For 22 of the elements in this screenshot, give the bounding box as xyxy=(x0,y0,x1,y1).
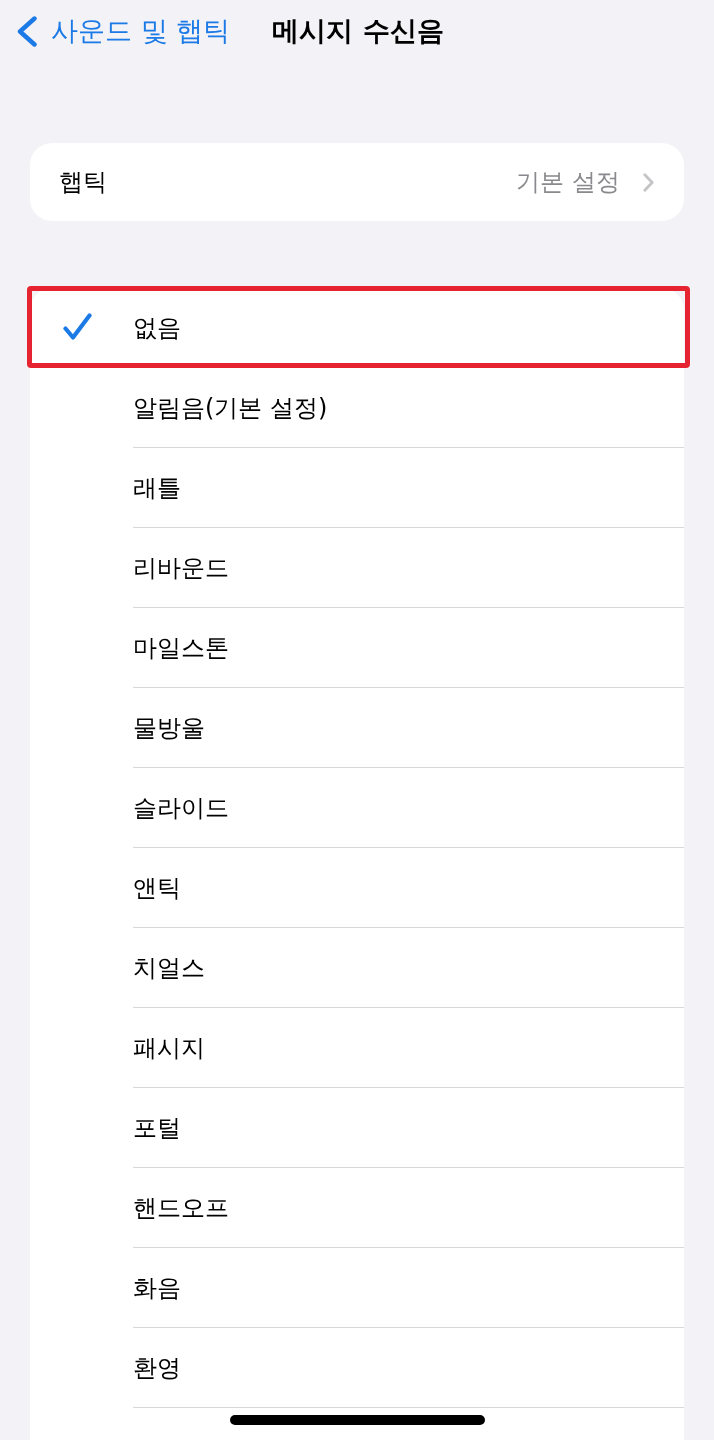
tone-option[interactable]: 알림음(기본 설정) xyxy=(30,368,684,448)
tone-option[interactable]: 치얼스 xyxy=(30,928,684,1008)
tone-option[interactable]: 환영 xyxy=(30,1328,684,1408)
tone-option[interactable]: 슬라이드 xyxy=(30,768,684,848)
tone-option[interactable]: 리바운드 xyxy=(30,528,684,608)
tone-option[interactable]: 패시지 xyxy=(30,1008,684,1088)
tone-option[interactable]: 물방울 xyxy=(30,688,684,768)
tone-option[interactable]: 없음 xyxy=(30,288,684,368)
tone-option[interactable]: 앤틱 xyxy=(30,848,684,928)
tone-option[interactable]: 화음 xyxy=(30,1248,684,1328)
haptics-row[interactable]: 햅틱 기본 설정 xyxy=(30,143,684,221)
haptics-label: 햅틱 xyxy=(59,167,107,198)
tone-option[interactable]: 핸드오프 xyxy=(30,1168,684,1248)
tone-option[interactable]: 마일스톤 xyxy=(30,608,684,688)
back-button[interactable]: 사운드 및 햅틱 xyxy=(17,13,231,49)
page-title: 메시지 수신음 xyxy=(272,14,444,48)
haptics-value: 기본 설정 xyxy=(516,167,620,198)
chevron-left-icon xyxy=(17,15,37,47)
checkmark-icon xyxy=(63,313,92,340)
chevron-right-icon xyxy=(643,172,654,192)
tone-option[interactable]: 포털 xyxy=(30,1088,684,1168)
tone-option[interactable]: 래틀 xyxy=(30,448,684,528)
